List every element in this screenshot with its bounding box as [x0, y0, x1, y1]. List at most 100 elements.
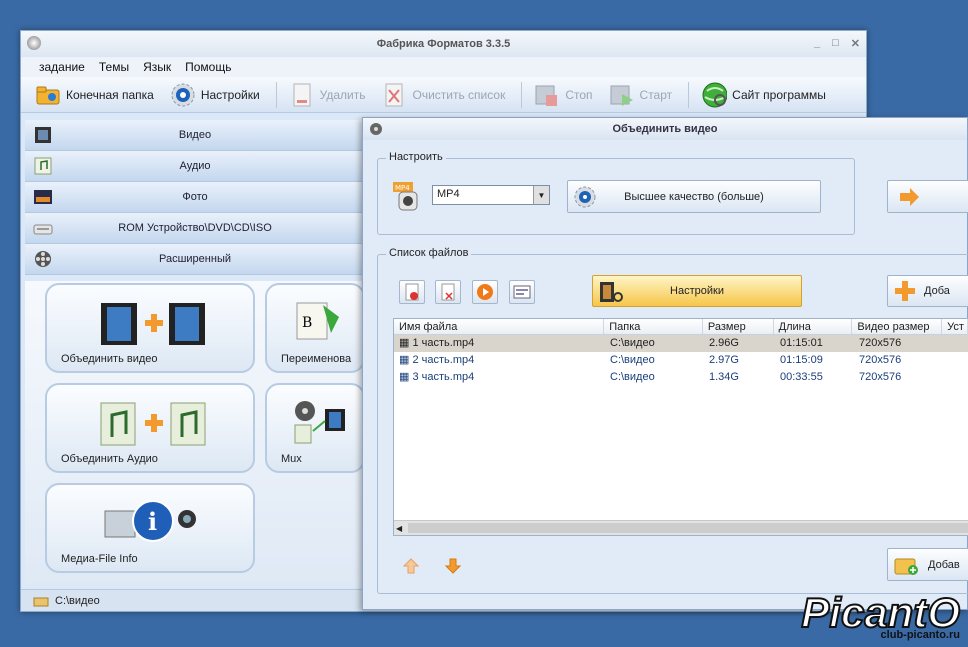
menu-language[interactable]: Язык	[143, 60, 171, 74]
arrow-right-icon	[900, 187, 919, 206]
media-file-info-tile[interactable]: i Медиа-File Info	[45, 483, 255, 573]
menu-help[interactable]: Помощь	[185, 60, 231, 74]
category-list: Видео Аудио Фото ROM Устройство\DVD\CD\I…	[25, 120, 365, 275]
file-length: 01:15:01	[780, 337, 823, 349]
table-row[interactable]: ▦ 2 часть.mp4 C:\видео 2.97G 01:15:09 72…	[394, 352, 968, 369]
col-settings[interactable]: Уст	[942, 319, 968, 334]
chevron-down-icon[interactable]: ▼	[533, 186, 549, 204]
scroll-left-icon[interactable]: ◀	[396, 524, 402, 533]
arrow-down-icon	[444, 558, 462, 574]
file-length: 00:33:55	[780, 371, 823, 383]
toolbar-separator	[688, 81, 690, 108]
category-advanced[interactable]: Расширенный	[25, 244, 365, 275]
join-video-icon	[101, 303, 205, 345]
svg-text:i: i	[148, 507, 157, 536]
delete-button[interactable]: Удалить	[289, 82, 365, 108]
window-title: Фабрика Форматов 3.3.5	[376, 38, 511, 50]
mp4-format-icon: MP4	[393, 182, 421, 212]
minimize-button[interactable]: _	[814, 37, 820, 50]
menu-themes[interactable]: Темы	[99, 60, 129, 74]
toolbar-separator	[275, 81, 277, 108]
start-button[interactable]: Старт	[609, 82, 672, 108]
website-icon	[701, 82, 728, 108]
clear-icon	[441, 283, 455, 301]
quality-button[interactable]: Высшее качество (больше)	[567, 180, 821, 213]
dialog-title: Объединить видео	[612, 123, 718, 135]
stop-button[interactable]: Стоп	[534, 82, 593, 108]
file-table: Имя файла Папка Размер Длина Видео разме…	[393, 318, 968, 536]
table-header: Имя файла Папка Размер Длина Видео разме…	[394, 319, 968, 335]
rename-tile[interactable]: B Переименова	[265, 283, 365, 373]
folder-icon	[35, 82, 61, 108]
file-folder: C:\видео	[610, 337, 655, 349]
ok-button[interactable]	[887, 180, 968, 213]
watermark-url: club-picanto.ru	[880, 629, 960, 641]
maximize-button[interactable]: □	[832, 37, 839, 50]
file-icon: ▦	[399, 354, 410, 366]
category-photo[interactable]: Фото	[25, 182, 365, 213]
plus-icon	[895, 281, 915, 301]
add-file-button[interactable]: Доба	[887, 275, 968, 307]
clear-files-button[interactable]	[435, 280, 461, 304]
settings-button[interactable]: Настройки	[170, 82, 260, 108]
col-folder[interactable]: Папка	[604, 319, 703, 334]
mux-icon	[294, 401, 345, 444]
horizontal-scrollbar[interactable]: ◀	[394, 520, 968, 535]
toolbar-separator	[521, 81, 523, 108]
toolbar: Конечная папка Настройки Удалить Очистит…	[21, 77, 866, 113]
category-audio[interactable]: Аудио	[25, 151, 365, 182]
col-length[interactable]: Длина	[774, 319, 853, 334]
file-folder: C:\видео	[610, 371, 655, 383]
mux-tile[interactable]: Mux	[265, 383, 365, 473]
folder-add-icon	[894, 558, 918, 575]
remove-file-button[interactable]	[399, 280, 425, 304]
file-name: 2 часть.mp4	[412, 354, 475, 366]
settings-icon	[574, 186, 596, 208]
title-bar: Фабрика Форматов 3.3.5 _ □ ✕	[21, 31, 866, 57]
svg-text:B: B	[302, 315, 312, 331]
file-size: 1.34G	[709, 371, 739, 383]
file-video-size: 720x576	[859, 337, 902, 349]
rename-icon: B	[296, 302, 339, 340]
photo-icon	[34, 190, 52, 204]
join-video-tile[interactable]: Объединить видео	[45, 283, 255, 373]
table-row[interactable]: ▦ 3 часть.mp4 C:\видео 1.34G 00:33:55 72…	[394, 369, 968, 386]
tools-panel: Объединить видео B Переименова Объединит…	[25, 281, 365, 587]
category-video[interactable]: Видео	[25, 120, 365, 151]
film-reel-icon	[370, 123, 382, 135]
film-reel-icon	[35, 251, 51, 267]
join-audio-tile[interactable]: Объединить Аудио	[45, 383, 255, 473]
stop-icon	[534, 82, 560, 108]
col-file-name[interactable]: Имя файла	[394, 319, 605, 334]
col-size[interactable]: Размер	[703, 319, 774, 334]
file-size: 2.96G	[709, 337, 739, 349]
file-length: 01:15:09	[780, 354, 823, 366]
dialog-title-bar: Объединить видео	[363, 118, 967, 140]
folder-icon	[33, 597, 49, 606]
watermark-brand: PicantO	[800, 589, 961, 636]
disc-drive-icon	[33, 224, 53, 235]
output-folder-button[interactable]: Конечная папка	[35, 82, 154, 108]
file-icon: ▦	[399, 337, 410, 349]
play-button[interactable]	[472, 280, 498, 304]
col-video-size[interactable]: Видео размер	[852, 319, 943, 334]
format-select[interactable]: MP4 ▼	[432, 185, 550, 205]
scroll-thumb[interactable]	[408, 523, 968, 533]
menu-bar: задание Темы Язык Помощь	[21, 57, 866, 77]
add-folder-button[interactable]: Добав	[887, 548, 968, 581]
category-rom-device[interactable]: ROM Устройство\DVD\CD\ISO	[25, 213, 365, 244]
file-name: 3 часть.mp4	[412, 371, 475, 383]
file-info-button[interactable]	[509, 280, 535, 304]
clear-list-button[interactable]: Очистить список	[381, 82, 505, 108]
move-up-button[interactable]	[402, 558, 420, 577]
table-row[interactable]: ▦ 1 часть.mp4 C:\видео 2.96G 01:15:01 72…	[394, 335, 968, 352]
menu-task[interactable]: задание	[39, 60, 85, 74]
settings-button[interactable]: Настройки	[592, 275, 802, 307]
website-button[interactable]: Сайт программы	[701, 82, 826, 108]
file-icon: ▦	[399, 371, 410, 383]
remove-icon	[405, 283, 419, 301]
start-icon	[609, 82, 635, 108]
close-button[interactable]: ✕	[851, 37, 860, 50]
film-scissors-icon	[600, 282, 623, 302]
move-down-button[interactable]	[444, 558, 462, 577]
